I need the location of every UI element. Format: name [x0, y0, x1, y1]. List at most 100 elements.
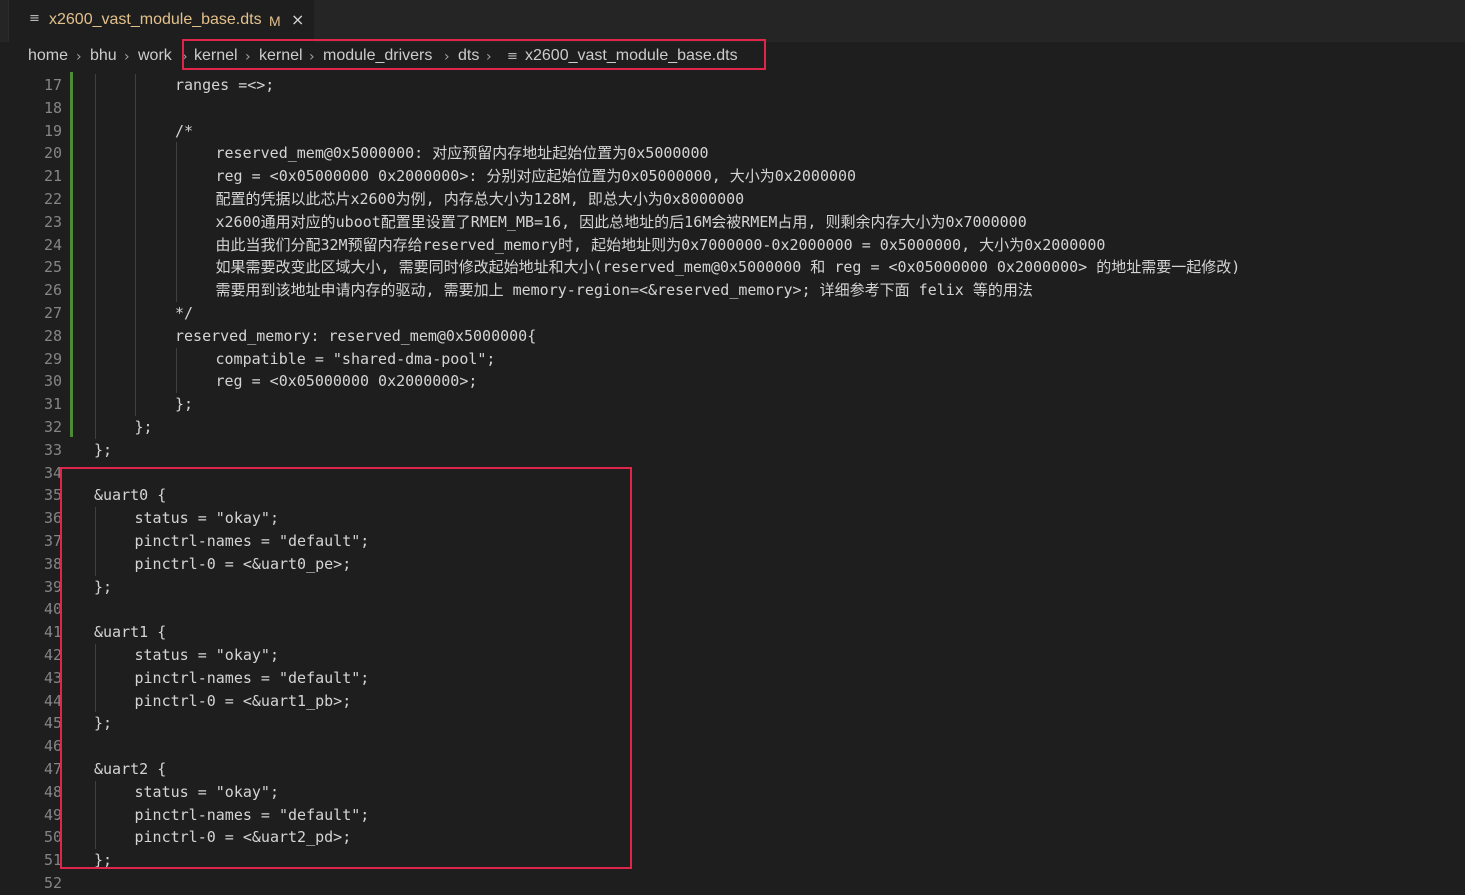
code-line[interactable]: 29 compatible = "shared-dma-pool"; [0, 348, 1465, 371]
file-lines-icon: ≡ [29, 11, 40, 26]
line-number: 39 [43, 577, 62, 596]
breadcrumb: home › bhu › work › kernel › kernel › mo… [0, 42, 1465, 72]
modified-indicator: M [269, 13, 281, 29]
chevron-right-icon: › [182, 49, 188, 65]
breadcrumb-item-kernel-2[interactable]: kernel [259, 47, 303, 65]
editor-tab[interactable]: ≡ x2600_vast_module_base.dts M × [8, 0, 314, 42]
line-number: 36 [43, 509, 62, 528]
breadcrumb-item-file[interactable]: x2600_vast_module_base.dts [525, 47, 738, 65]
code-line[interactable]: 42 status = "okay"; [0, 644, 1465, 667]
code-text: status = "okay"; [134, 509, 280, 528]
code-line[interactable]: 40 [0, 598, 1465, 621]
line-number: 41 [43, 623, 62, 642]
code-line[interactable]: 21 reg = <0x05000000 0x2000000>: 分别对应起始位置… [0, 165, 1465, 188]
line-number: 43 [43, 668, 62, 687]
code-text: */ [175, 304, 194, 322]
indent-guide [95, 74, 96, 439]
line-number: 17 [43, 76, 62, 94]
code-line[interactable]: 47 &uart2 { [0, 758, 1465, 781]
code-line[interactable]: 24 由此当我们分配32M预留内存给reserved_memory时, 起始地址则… [0, 234, 1465, 257]
line-number: 24 [43, 235, 62, 254]
breadcrumb-item-dts[interactable]: dts [458, 47, 479, 65]
line-number: 42 [43, 646, 62, 664]
code-text: reserved_memory: reserved_mem@0x5000000{ [175, 326, 537, 345]
code-text: x2600通用对应的uboot配置里设置了RMEM_MB=16, 因此总地址的后… [215, 212, 1027, 231]
code-line[interactable]: 23 x2600通用对应的uboot配置里设置了RMEM_MB=16, 因此总地址… [0, 211, 1465, 234]
code-line[interactable]: 44 pinctrl-0 = <&uart1_pb>; [0, 690, 1465, 713]
code-line[interactable]: 46 [0, 735, 1465, 758]
line-number: 49 [43, 805, 62, 824]
code-line[interactable]: 30 reg = <0x05000000 0x2000000>; [0, 370, 1465, 393]
line-number: 45 [43, 714, 62, 733]
line-number: 31 [43, 395, 62, 414]
code-line[interactable]: 31}; [0, 393, 1465, 416]
code-text: &uart0 { [94, 486, 167, 505]
code-line[interactable]: 37 pinctrl-names = "default"; [0, 530, 1465, 553]
code-text: pinctrl-0 = <&uart2_pd>; [134, 828, 352, 847]
code-line[interactable]: 20 reserved_mem@0x5000000: 对应预留内存地址起始位置为0… [0, 142, 1465, 165]
code-text: reserved_mem@0x5000000: 对应预留内存地址起始位置为0x5… [215, 144, 709, 163]
code-line[interactable]: 43 pinctrl-names = "default"; [0, 667, 1465, 690]
breadcrumb-item-work[interactable]: work [138, 47, 172, 65]
line-number: 44 [43, 691, 62, 710]
code-line[interactable]: 33}; [0, 439, 1465, 462]
chevron-right-icon: › [76, 49, 82, 65]
line-number: 37 [43, 532, 62, 550]
tab-filename: x2600_vast_module_base.dts [49, 11, 262, 28]
close-icon[interactable]: × [291, 10, 304, 29]
code-line[interactable]: 38 pinctrl-0 = <&uart0_pe>; [0, 553, 1465, 576]
code-line[interactable]: 41 &uart1 { [0, 621, 1465, 644]
code-editor[interactable]: 17 ranges =<>; 18 19 /* 20 reserved_mem@0x5000… [0, 72, 1465, 892]
code-text: status = "okay"; [134, 782, 280, 801]
chevron-right-icon: › [486, 49, 492, 65]
code-text: /* [175, 121, 194, 140]
code-line[interactable]: 39}; [0, 576, 1465, 599]
code-line[interactable]: 34 [0, 462, 1465, 485]
code-line[interactable]: 26 需要用到该地址申请内存的驱动, 需要加上 memory-region=<&r… [0, 279, 1465, 302]
code-text: }; [175, 395, 194, 414]
git-modified-gutter [70, 72, 73, 437]
code-line[interactable]: 52 [0, 872, 1465, 895]
code-text: reg = <0x05000000 0x2000000>; [215, 372, 478, 391]
code-line[interactable]: 18 [0, 97, 1465, 120]
breadcrumb-item-module-drivers[interactable]: module_drivers [323, 47, 432, 65]
line-number: 50 [43, 828, 62, 847]
chevron-right-icon: › [124, 49, 130, 65]
breadcrumb-item-bhu[interactable]: bhu [90, 47, 117, 65]
indent-guide [135, 74, 136, 416]
line-number: 35 [43, 486, 62, 505]
code-line[interactable]: 35 &uart0 { [0, 484, 1465, 507]
breadcrumb-item-kernel[interactable]: kernel [194, 47, 238, 65]
indent-guide [95, 780, 96, 850]
code-line[interactable]: 25 如果需要改变此区域大小, 需要同时修改起始地址和大小(reserved_me… [0, 256, 1465, 279]
code-line[interactable]: 17 ranges =<>; [0, 74, 1465, 97]
chevron-right-icon: › [444, 49, 450, 65]
code-line[interactable]: 49 pinctrl-names = "default"; [0, 804, 1465, 827]
code-text: pinctrl-names = "default"; [134, 805, 370, 824]
code-line[interactable]: 32}; [0, 416, 1465, 439]
line-number: 30 [43, 372, 62, 391]
code-line[interactable]: 19 /* [0, 120, 1465, 143]
line-number: 48 [43, 782, 62, 801]
code-line[interactable]: 51}; [0, 849, 1465, 872]
code-text: &uart1 { [94, 623, 167, 642]
code-text: }; [94, 851, 113, 870]
code-text: }; [134, 418, 153, 436]
line-number: 29 [43, 349, 62, 368]
code-line[interactable]: 27 */ [0, 302, 1465, 325]
code-text: }; [94, 577, 113, 596]
breadcrumb-item-home[interactable]: home [28, 47, 68, 65]
line-number: 46 [43, 737, 62, 756]
code-text: }; [94, 440, 113, 459]
code-text: pinctrl-names = "default"; [134, 668, 370, 687]
code-text: 配置的凭据以此芯片x2600为例, 内存总大小为128M, 即总大小为0x800… [215, 190, 745, 208]
file-lines-icon: ≡ [507, 49, 518, 64]
code-line[interactable]: 50 pinctrl-0 = <&uart2_pd>; [0, 826, 1465, 849]
code-line[interactable]: 45}; [0, 712, 1465, 735]
code-line[interactable]: 36 status = "okay"; [0, 507, 1465, 530]
code-line[interactable]: 28 reserved_memory: reserved_mem@0x500000… [0, 325, 1465, 348]
code-line[interactable]: 48 status = "okay"; [0, 781, 1465, 804]
line-number: 52 [43, 874, 62, 892]
code-line[interactable]: 22 配置的凭据以此芯片x2600为例, 内存总大小为128M, 即总大小为0x8… [0, 188, 1465, 211]
line-number: 51 [43, 851, 62, 870]
